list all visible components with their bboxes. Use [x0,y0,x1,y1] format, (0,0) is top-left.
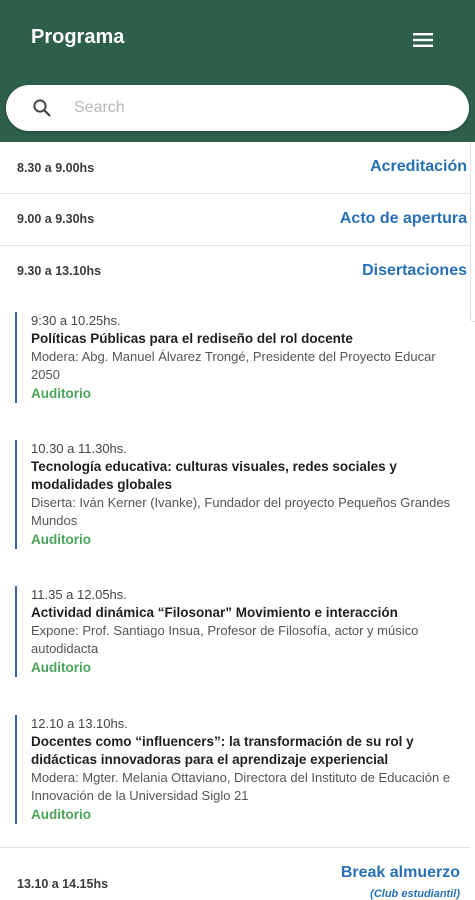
session-location: Auditorio [31,660,91,675]
session-location: Auditorio [31,532,91,547]
search-input[interactable] [74,93,454,123]
search-icon [33,99,51,117]
session-speaker: Diserta: Iván Kerner (Ivanke), Fundador … [31,495,451,528]
agenda-subtitle: (Club estudiantil) [370,888,460,900]
session-title: Tecnología educativa: culturas visuales,… [31,459,397,492]
menu-button[interactable] [407,27,439,53]
session-time: 12.10 a 13.10hs. [31,716,128,731]
hamburger-menu-icon [413,33,433,47]
agenda-title[interactable]: Break almuerzo [341,864,460,882]
session-time: 9:30 a 10.25hs. [31,313,121,328]
app-bar: Programa [0,0,475,142]
agenda-title[interactable]: Acto de apertura [340,210,467,228]
agenda-row-break[interactable]: 13.10 a 14.15hs Break almuerzo (Club est… [0,848,470,900]
session-title: Políticas Públicas para el rediseño del … [31,331,353,346]
session-location: Auditorio [31,386,91,401]
agenda-time: 9.00 a 9.30hs [17,212,95,226]
agenda-time: 13.10 a 14.15hs [17,877,109,891]
session-item[interactable]: 10.30 a 11.30hs. Tecnología educativa: c… [15,440,455,549]
session-speaker: Modera: Abg. Manuel Álvarez Trongé, Pres… [31,349,436,382]
session-title: Docentes como “influencers”: la transfor… [31,734,414,767]
agenda-title[interactable]: Acreditación [370,158,467,176]
session-item[interactable]: 12.10 a 13.10hs. Docentes como “influenc… [15,715,455,824]
agenda-time: 8.30 a 9.00hs [17,161,95,175]
agenda-row-acreditacion[interactable]: 8.30 a 9.00hs Acreditación [0,142,470,194]
session-time: 10.30 a 11.30hs. [31,441,127,456]
session-title: Actividad dinámica “Filosonar” Movimient… [31,605,398,620]
agenda-row-apertura[interactable]: 9.00 a 9.30hs Acto de apertura [0,194,470,246]
session-speaker: Expone: Prof. Santiago Insua, Profesor d… [31,623,419,656]
session-item[interactable]: 11.35 a 12.05hs. Actividad dinámica “Fil… [15,586,455,677]
scrollbar[interactable] [470,142,475,322]
agenda-time: 9.30 a 13.10hs [17,264,102,278]
session-time: 11.35 a 12.05hs. [31,587,127,602]
session-speaker: Modera: Mgter. Melania Ottaviano, Direct… [31,770,451,803]
agenda-title[interactable]: Disertaciones [362,262,467,280]
session-location: Auditorio [31,807,91,822]
search-bar [6,85,469,131]
session-item[interactable]: 9:30 a 10.25hs. Políticas Públicas para … [15,312,455,403]
page-title: Programa [31,26,125,48]
